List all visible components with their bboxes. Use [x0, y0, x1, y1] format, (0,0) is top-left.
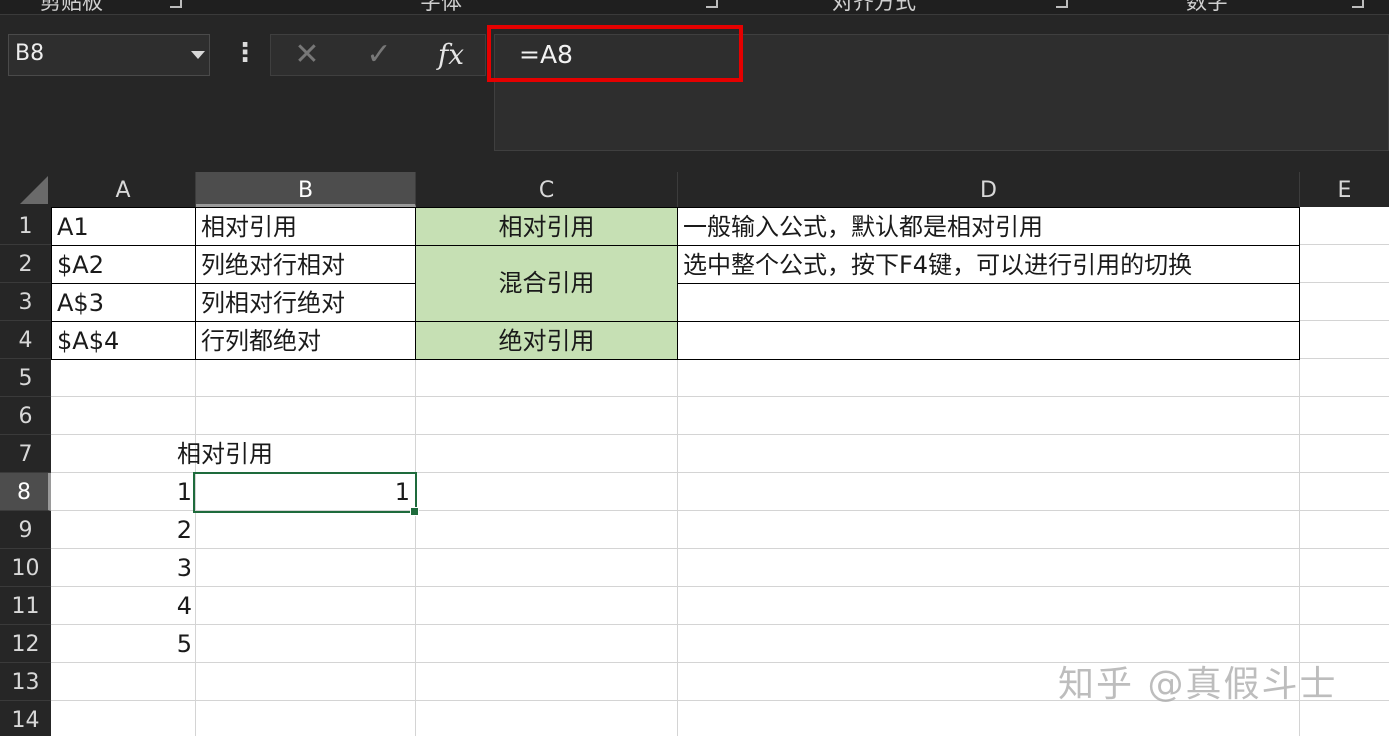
number-launcher-icon[interactable] — [1352, 0, 1364, 8]
cell-b4[interactable]: 行列都绝对 — [195, 321, 416, 360]
name-box-value: B8 — [15, 41, 45, 66]
cancel-icon[interactable]: ✕ — [285, 37, 329, 73]
group-font-label: 字体 — [420, 0, 462, 14]
cell-a11[interactable]: 4 — [51, 587, 196, 625]
column-header-b[interactable]: B — [196, 172, 416, 207]
fill-handle[interactable] — [410, 507, 419, 516]
column-header-e[interactable]: E — [1300, 172, 1389, 207]
cell-c2-merged[interactable]: 混合引用 — [415, 245, 678, 322]
select-all-button[interactable] — [0, 172, 51, 207]
cell-a9[interactable]: 2 — [51, 511, 196, 549]
row-header-8[interactable]: 8 — [0, 473, 51, 511]
gridline-horizontal — [51, 586, 1389, 587]
row-header-11[interactable]: 11 — [0, 587, 51, 625]
cell-b2[interactable]: 列绝对行相对 — [195, 245, 416, 284]
cell-d3[interactable] — [677, 283, 1300, 322]
cell-c4[interactable]: 绝对引用 — [415, 321, 678, 360]
select-all-icon — [20, 176, 48, 204]
row-header-10[interactable]: 10 — [0, 549, 51, 587]
font-launcher-icon[interactable] — [706, 0, 718, 8]
row-header-1[interactable]: 1 — [0, 207, 51, 245]
row-header-2[interactable]: 2 — [0, 245, 51, 283]
more-options-icon[interactable]: ⋮ — [232, 40, 258, 70]
column-header-a[interactable]: A — [51, 172, 196, 207]
cell-a3[interactable]: A$3 — [51, 283, 196, 322]
cell-d2[interactable]: 选中整个公式，按下F4键，可以进行引用的切换 — [677, 245, 1300, 284]
check-icon[interactable]: ✓ — [357, 37, 401, 73]
gridline-horizontal — [51, 548, 1389, 549]
cell-a12[interactable]: 5 — [51, 625, 196, 663]
row-header-6[interactable]: 6 — [0, 397, 51, 435]
cell-a7[interactable]: 相对引用 — [51, 435, 273, 473]
group-clipboard-label: 剪贴板 — [40, 0, 103, 14]
group-alignment-label: 对齐方式 — [832, 0, 916, 14]
gridline-horizontal — [51, 396, 1389, 397]
alignment-launcher-icon[interactable] — [1056, 0, 1068, 8]
cell-b1[interactable]: 相对引用 — [195, 207, 416, 246]
row-header-7[interactable]: 7 — [0, 435, 51, 473]
chevron-down-icon[interactable] — [191, 51, 205, 59]
cell-a8[interactable]: 1 — [51, 473, 196, 511]
cell-d4[interactable] — [677, 321, 1300, 360]
cell-a1[interactable]: A1 — [51, 207, 196, 246]
ribbon-group-bar: 剪贴板 字体 对齐方式 数字 — [0, 0, 1389, 15]
column-header-d[interactable]: D — [678, 172, 1300, 207]
row-header-14[interactable]: 14 — [0, 701, 51, 736]
cell-d1[interactable]: 一般输入公式，默认都是相对引用 — [677, 207, 1300, 246]
watermark: 知乎 @真假斗士 — [1058, 664, 1338, 705]
excel-window: 剪贴板 字体 对齐方式 数字 B8 ⋮ ✕ ✓ fx =A8 A B C D E… — [0, 0, 1389, 736]
row-header-5[interactable]: 5 — [0, 359, 51, 397]
column-header-c[interactable]: C — [416, 172, 678, 207]
clipboard-launcher-icon[interactable] — [170, 0, 182, 8]
group-number-label: 数字 — [1186, 0, 1228, 14]
cell-b3[interactable]: 列相对行绝对 — [195, 283, 416, 322]
row-header-3[interactable]: 3 — [0, 283, 51, 321]
row-header-12[interactable]: 12 — [0, 625, 51, 663]
row-header-13[interactable]: 13 — [0, 663, 51, 701]
gridline-horizontal — [51, 624, 1389, 625]
cell-a10[interactable]: 3 — [51, 549, 196, 587]
cell-a2[interactable]: $A2 — [51, 245, 196, 284]
name-box[interactable]: B8 — [8, 34, 210, 76]
cell-a4[interactable]: $A$4 — [51, 321, 196, 360]
highlight-annotation — [487, 25, 743, 82]
cell-c1[interactable]: 相对引用 — [415, 207, 678, 246]
active-cell-outline — [193, 472, 417, 513]
formula-buttons: ✕ ✓ fx — [270, 34, 486, 76]
row-header-9[interactable]: 9 — [0, 511, 51, 549]
row-header-4[interactable]: 4 — [0, 321, 51, 359]
insert-function-icon[interactable]: fx — [429, 37, 473, 73]
